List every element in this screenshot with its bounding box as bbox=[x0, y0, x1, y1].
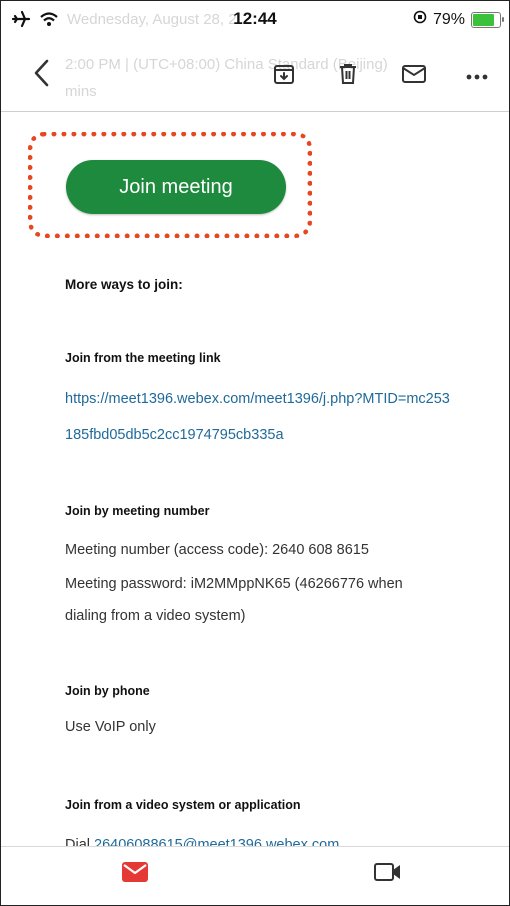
more-button[interactable] bbox=[459, 59, 495, 93]
link-heading: Join from the meeting link bbox=[65, 351, 221, 365]
phone-text: Use VoIP only bbox=[65, 719, 156, 735]
phone-heading: Join by phone bbox=[65, 684, 150, 698]
app-frame: Wednesday, August 28, 2 12:44 79% 2:00 P… bbox=[0, 0, 510, 906]
battery-percent: 79% bbox=[432, 10, 465, 28]
meeting-password-line1: Meeting password: iM2MMppNK65 (46266776 … bbox=[65, 576, 403, 592]
delete-button[interactable] bbox=[331, 59, 365, 93]
number-heading: Join by meeting number bbox=[65, 504, 210, 518]
orientation-lock-icon bbox=[413, 10, 427, 29]
meeting-link-line1[interactable]: https://meet1396.webex.com/meet1396/j.ph… bbox=[65, 391, 450, 407]
back-button[interactable] bbox=[23, 57, 59, 93]
status-right: 79% bbox=[413, 10, 504, 29]
tab-mail[interactable] bbox=[121, 861, 149, 888]
meeting-link-line2[interactable]: 185fbd05db5c2cc1974795cb335a bbox=[65, 427, 284, 443]
video-heading: Join from a video system or application bbox=[65, 798, 301, 812]
battery-fill bbox=[473, 13, 495, 26]
trash-icon bbox=[336, 62, 360, 91]
more-icon bbox=[466, 67, 488, 85]
toolbar-divider bbox=[1, 111, 509, 112]
status-bar: Wednesday, August 28, 2 12:44 79% bbox=[1, 1, 509, 37]
mark-unread-button[interactable] bbox=[396, 59, 432, 93]
bottom-tab-bar bbox=[1, 846, 509, 905]
meeting-password-line2: dialing from a video system) bbox=[65, 608, 246, 624]
video-icon bbox=[373, 863, 403, 887]
mail-icon bbox=[121, 862, 149, 887]
tab-meet[interactable] bbox=[373, 861, 403, 888]
toolbar bbox=[1, 45, 509, 105]
meeting-number: Meeting number (access code): 2640 608 8… bbox=[65, 542, 369, 558]
join-meeting-button[interactable]: Join meeting bbox=[66, 160, 286, 214]
battery-icon bbox=[471, 11, 504, 28]
envelope-icon bbox=[401, 63, 427, 90]
more-ways-heading: More ways to join: bbox=[65, 277, 183, 292]
chevron-left-icon bbox=[32, 58, 50, 93]
archive-icon bbox=[272, 62, 296, 91]
archive-button[interactable] bbox=[267, 59, 301, 93]
